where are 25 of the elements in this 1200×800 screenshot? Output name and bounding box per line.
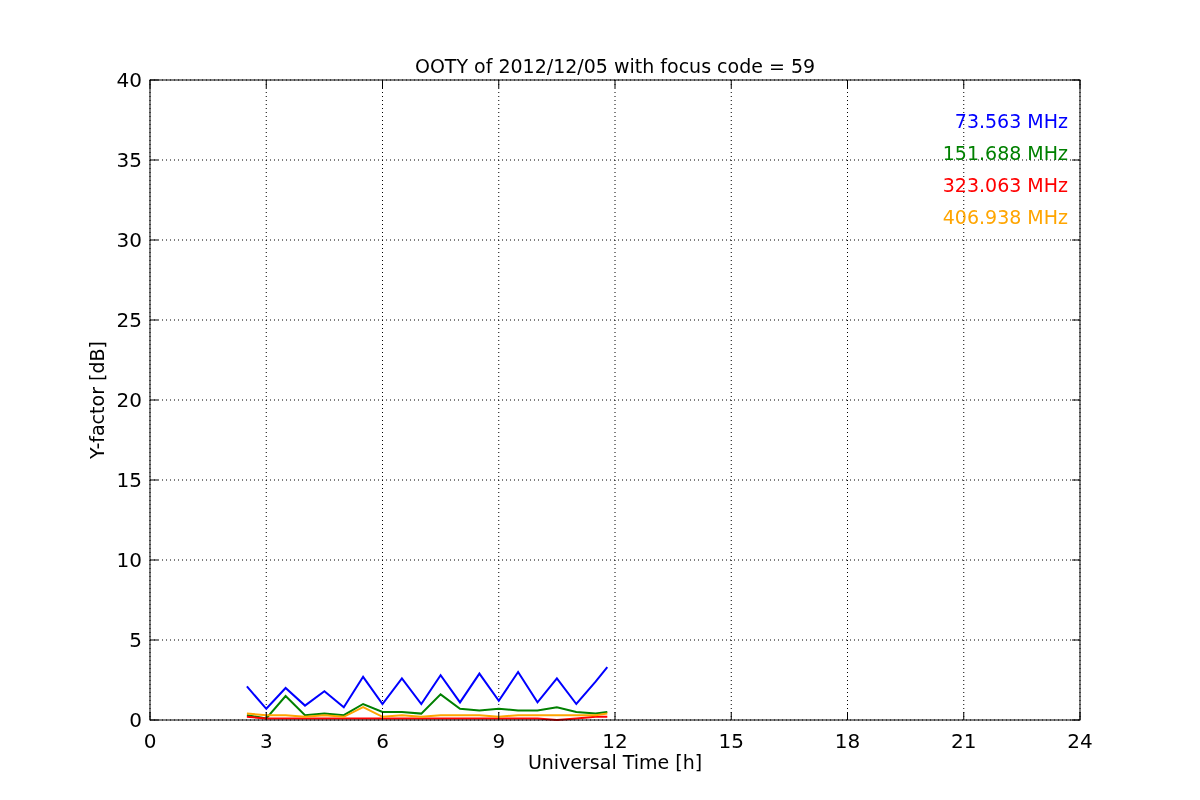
legend-label: 406.938 MHz	[942, 206, 1068, 228]
x-tick-label: 0	[143, 729, 157, 753]
y-tick-label: 20	[116, 388, 142, 412]
y-tick-label: 40	[116, 68, 142, 92]
y-tick-label: 35	[116, 148, 142, 172]
x-tick-label: 18	[834, 729, 861, 753]
legend-label: 73.563 MHz	[954, 110, 1068, 132]
y-axis-label: Y-factor [dB]	[86, 341, 108, 459]
x-axis-label: Universal Time [h]	[527, 751, 703, 773]
x-tick-label: 12	[602, 729, 628, 753]
y-tick-label: 10	[116, 548, 142, 572]
x-tick-label: 6	[376, 729, 389, 753]
legend-label: 323.063 MHz	[942, 174, 1068, 196]
y-tick-label: 15	[116, 468, 142, 492]
chart-title: OOTY of 2012/12/05 with focus code = 59	[414, 55, 816, 77]
x-tick-label: 21	[951, 729, 977, 753]
x-tick-label: 24	[1067, 729, 1093, 753]
x-tick-label: 9	[492, 729, 506, 753]
legend-label: 151.688 MHz	[942, 142, 1068, 164]
y-tick-label: 0	[129, 708, 142, 732]
x-tick-label: 3	[259, 729, 273, 753]
y-tick-label: 25	[116, 308, 142, 332]
y-tick-label: 5	[129, 628, 142, 652]
x-tick-label: 15	[718, 729, 744, 753]
y-tick-label: 30	[116, 228, 142, 252]
